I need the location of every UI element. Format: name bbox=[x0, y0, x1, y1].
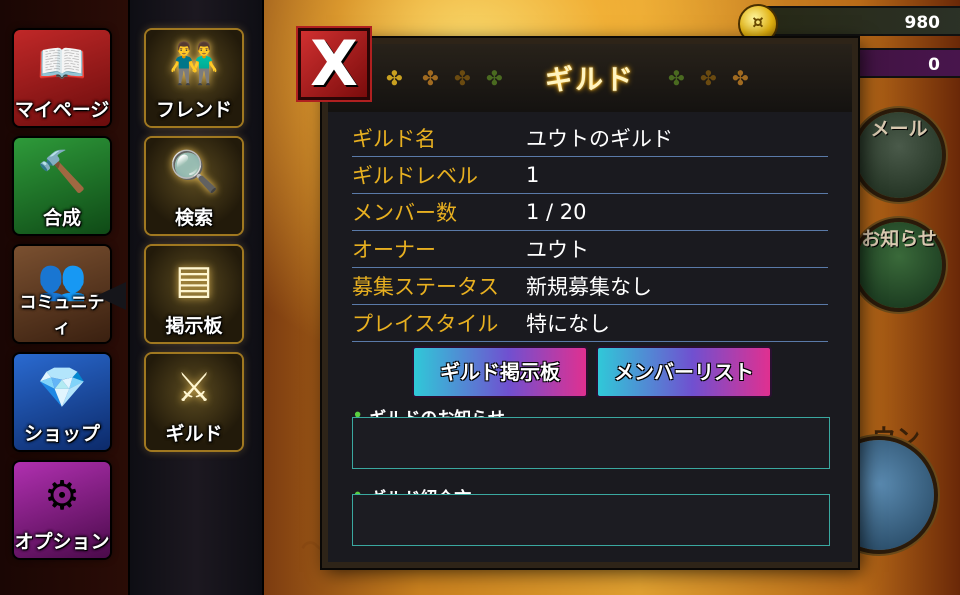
info-key: ギルド名 bbox=[352, 127, 436, 151]
mail-button[interactable]: メール bbox=[856, 112, 942, 198]
news-label: お知らせ bbox=[861, 228, 937, 250]
submenu-board-label: 掲示板 bbox=[165, 315, 223, 337]
guild-board-button[interactable]: ギルド掲示板 bbox=[412, 346, 588, 398]
submenu-guild-label: ギルド bbox=[165, 423, 223, 445]
submenu-friend-label: フレンド bbox=[155, 99, 232, 121]
crossed-swords-icon: ⚔ bbox=[176, 365, 212, 411]
panel-header: ✤ ✤ ✤ ✤ ✤ ✤ ✤ ギルド bbox=[328, 44, 852, 112]
menu-synthesis-button[interactable]: 🔨 合成 bbox=[14, 138, 110, 234]
news-button[interactable]: お知らせ bbox=[856, 222, 942, 308]
coin-amount: 980 bbox=[904, 13, 941, 33]
close-button[interactable]: X bbox=[298, 28, 370, 100]
info-key: オーナー bbox=[352, 238, 436, 262]
magnifier-icon: 🔍 bbox=[169, 149, 219, 195]
gears-icon: ⚙ bbox=[44, 473, 80, 519]
friends-icon: 👬 bbox=[169, 41, 219, 87]
info-row-owner: オーナー ユウト bbox=[352, 231, 828, 268]
submenu-guild-button[interactable]: ⚔ ギルド bbox=[146, 354, 242, 450]
info-row-name: ギルド名 ユウトのギルド bbox=[352, 120, 828, 157]
menu-synthesis-label: 合成 bbox=[42, 207, 81, 229]
info-key: ギルドレベル bbox=[352, 164, 478, 188]
info-value: 1 / 20 bbox=[526, 200, 587, 224]
menu-mypage-button[interactable]: 📖 マイページ bbox=[14, 30, 110, 126]
signboard-icon: ▤ bbox=[175, 257, 213, 303]
guild-news-box bbox=[352, 417, 830, 469]
info-value: 特になし bbox=[526, 312, 610, 336]
gem-amount: 0 bbox=[928, 55, 940, 75]
submenu-friend-button[interactable]: 👬 フレンド bbox=[146, 30, 242, 126]
menu-option-label: オプション bbox=[14, 531, 110, 553]
info-row-level: ギルドレベル 1 bbox=[352, 157, 828, 194]
open-book-icon: 📖 bbox=[37, 41, 87, 87]
menu-option-button[interactable]: ⚙ オプション bbox=[14, 462, 110, 558]
info-value: ユウト bbox=[526, 238, 589, 262]
info-row-recruit: 募集ステータス 新規募集なし bbox=[352, 268, 828, 305]
menu-mypage-label: マイページ bbox=[14, 99, 110, 121]
submenu-board-button[interactable]: ▤ 掲示板 bbox=[146, 246, 242, 342]
panel-title: ギルド bbox=[544, 63, 635, 96]
info-key: メンバー数 bbox=[352, 201, 457, 225]
info-row-playstyle: プレイスタイル 特になし bbox=[352, 305, 828, 342]
coin-counter: ¤ 980 bbox=[738, 4, 960, 44]
info-row-members: メンバー数 1 / 20 bbox=[352, 194, 828, 231]
info-value: 新規募集なし bbox=[526, 275, 652, 299]
info-key: 募集ステータス bbox=[352, 275, 499, 299]
info-key: プレイスタイル bbox=[352, 312, 499, 336]
submenu-search-label: 検索 bbox=[174, 207, 213, 229]
coins-gems-icon: 💎 bbox=[37, 365, 87, 411]
submenu-pointer bbox=[96, 282, 126, 310]
guild-info-table: ギルド名 ユウトのギルド ギルドレベル 1 メンバー数 1 / 20 オーナー … bbox=[352, 120, 828, 342]
hammer-wrench-icon: 🔨 bbox=[37, 149, 87, 195]
menu-shop-button[interactable]: 💎 ショップ bbox=[14, 354, 110, 450]
menu-shop-label: ショップ bbox=[23, 423, 100, 445]
guild-panel: ✤ ✤ ✤ ✤ ✤ ✤ ✤ ギルド ギルド名 ユウトのギルド ギルドレベル 1 … bbox=[322, 38, 858, 568]
info-value: ユウトのギルド bbox=[526, 127, 673, 151]
member-list-button[interactable]: メンバーリスト bbox=[596, 346, 772, 398]
submenu-search-button[interactable]: 🔍 検索 bbox=[146, 138, 242, 234]
mail-label: メール bbox=[870, 118, 928, 140]
guild-intro-box bbox=[352, 494, 830, 546]
info-value: 1 bbox=[526, 163, 540, 187]
